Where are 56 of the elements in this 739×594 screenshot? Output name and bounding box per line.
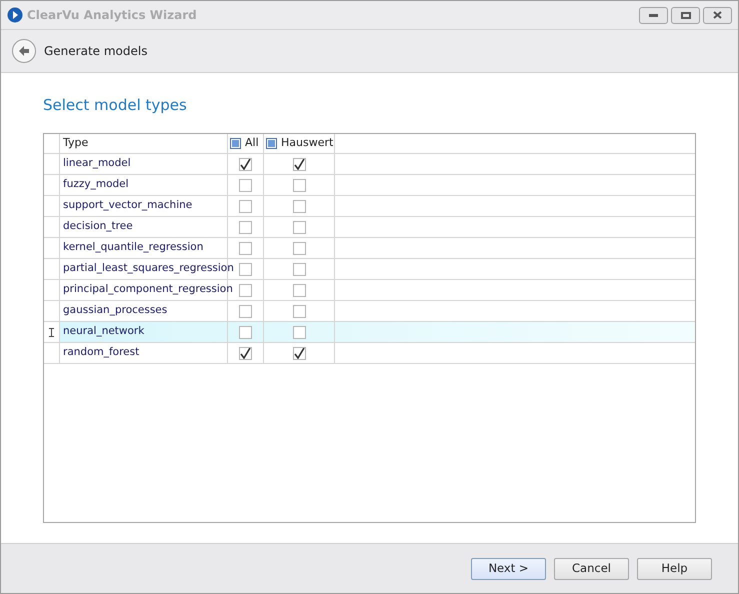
checkbox[interactable] [292, 326, 306, 338]
column-header[interactable]: All [245, 135, 259, 152]
checkbox[interactable] [239, 284, 252, 296]
checkbox[interactable] [239, 242, 252, 254]
model-type-cell-text: neural_network [63, 324, 144, 340]
model-type-cell-text: gaussian_processes [63, 303, 168, 318]
checkbox[interactable] [239, 178, 252, 192]
close-icon [713, 11, 722, 19]
model-type-cell-text: random_forest [63, 345, 140, 360]
app-logo-icon [7, 7, 23, 23]
model-type-cell-text: support_vector_machine [63, 198, 192, 214]
model-type-cell-text: partial_least_squares_regression [63, 261, 234, 276]
checkbox[interactable] [292, 158, 306, 170]
checkbox[interactable] [239, 262, 252, 276]
model-type-cell-text: decision_tree [63, 219, 133, 234]
page-heading: Generate models [44, 43, 148, 60]
section-title: Select model types [43, 95, 188, 115]
checkbox[interactable] [239, 304, 252, 318]
checkbox[interactable] [239, 326, 252, 338]
checkbox[interactable] [292, 200, 306, 212]
checkbox[interactable] [292, 242, 306, 254]
column-header[interactable]: Type [63, 135, 88, 152]
maximize-button[interactable] [671, 6, 700, 24]
maximize-icon [680, 12, 690, 18]
model-type-cell-text: linear_model [63, 156, 131, 172]
checkbox[interactable] [239, 346, 252, 360]
header-checkbox[interactable] [230, 138, 241, 149]
model-type-cell-text: kernel_quantile_regression [63, 240, 204, 256]
minimize-button[interactable] [639, 6, 668, 24]
checkbox[interactable] [239, 200, 252, 212]
checkmark-icon [294, 158, 304, 170]
dialog-button[interactable]: Help [637, 558, 712, 580]
header-checkbox[interactable] [266, 138, 277, 149]
close-button[interactable] [703, 6, 732, 24]
checkmark-icon [294, 348, 304, 358]
checkbox[interactable] [292, 284, 306, 296]
back-button[interactable] [12, 39, 36, 63]
checkbox[interactable] [292, 346, 306, 360]
text-cursor-icon [49, 328, 54, 336]
checkbox[interactable] [292, 304, 306, 318]
checkbox[interactable] [292, 178, 306, 192]
checkbox[interactable] [292, 220, 306, 234]
model-type-cell-text: fuzzy_model [63, 177, 129, 192]
checkmark-icon [240, 158, 251, 170]
checkbox[interactable] [239, 158, 252, 170]
checkbox[interactable] [239, 220, 252, 234]
dialog-button[interactable]: Cancel [554, 558, 629, 580]
model-type-cell-text: principal_component_regression [63, 282, 233, 298]
selected-row-highlight[interactable]: neural_network [44, 322, 695, 343]
back-arrow-icon [18, 45, 30, 57]
column-header[interactable]: Hauswert [281, 135, 334, 152]
checkbox[interactable] [292, 262, 306, 276]
window-title: ClearVu Analytics Wizard [27, 7, 197, 24]
dialog-button[interactable]: Next > [471, 558, 546, 580]
minimize-icon [649, 14, 658, 16]
checkmark-icon [240, 348, 251, 358]
